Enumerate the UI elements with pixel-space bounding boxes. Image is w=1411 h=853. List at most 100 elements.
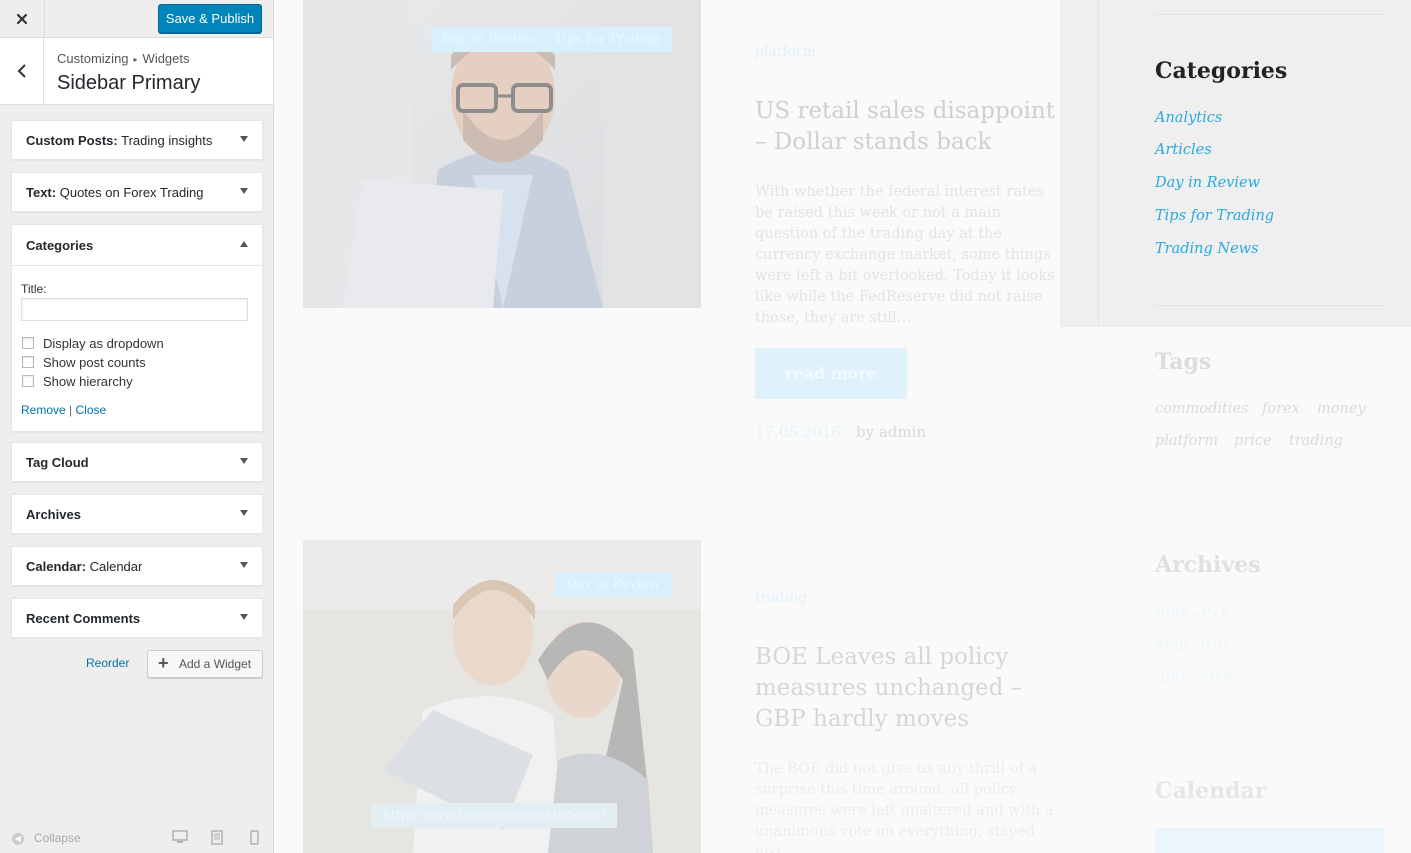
category-link[interactable]: Trading News xyxy=(1155,241,1259,257)
tag-pill[interactable]: Day in Review xyxy=(555,572,672,597)
back-button[interactable] xyxy=(0,38,44,104)
widget-type: Calendar: xyxy=(26,559,86,574)
expand-arrow-icon[interactable] xyxy=(240,614,248,620)
desktop-icon[interactable] xyxy=(172,830,188,844)
panel-title: Sidebar Primary xyxy=(57,72,201,94)
tag-link[interactable]: platform xyxy=(1155,433,1218,449)
widget-title: Calendar: Calendar xyxy=(26,559,142,574)
post-1-excerpt: With whether the federal interest rates … xyxy=(755,184,1055,326)
category-link[interactable]: Day in Review xyxy=(1155,175,1260,191)
read-more-button[interactable]: read more xyxy=(755,348,907,399)
customizer-footer: ◀ Collapse xyxy=(0,824,273,853)
site-preview: Day in Review Tips for Trading platform … xyxy=(274,0,1411,853)
checkbox-label: Display as dropdown xyxy=(43,336,164,351)
close-link[interactable]: Close xyxy=(76,403,107,417)
post-2-category[interactable]: trading xyxy=(755,590,807,606)
collapse-label: Collapse xyxy=(34,831,81,845)
widget-actions: Remove | Close xyxy=(21,403,106,417)
title-input[interactable] xyxy=(21,298,248,321)
archive-link[interactable]: April 2016 xyxy=(1155,669,1232,685)
widget-recent-comments[interactable]: Recent Comments xyxy=(11,598,263,638)
show-post-counts-checkbox[interactable] xyxy=(22,356,34,368)
reorder-link[interactable]: Reorder xyxy=(86,656,129,670)
tag-link[interactable]: trading xyxy=(1289,433,1343,449)
category-link[interactable]: Tips for Trading xyxy=(1155,208,1274,224)
collapse-button[interactable]: ◀ Collapse xyxy=(12,831,81,845)
collapse-arrow-icon[interactable] xyxy=(240,241,248,247)
post-1-title[interactable]: US retail sales disappoint – Dollar stan… xyxy=(755,96,1055,158)
categories-heading: Categories xyxy=(1155,58,1288,84)
expand-arrow-icon[interactable] xyxy=(240,136,248,142)
add-widget-button[interactable]: + Add a Widget xyxy=(147,650,263,678)
archives-heading: Archives xyxy=(1155,552,1261,578)
tag-link[interactable]: money xyxy=(1317,401,1366,417)
tag-pill[interactable]: Tips for Trading xyxy=(543,27,672,52)
close-icon xyxy=(16,13,28,24)
post-2-excerpt: The BOE did not give us any thrill of a … xyxy=(755,761,1054,853)
chevron-left-icon xyxy=(17,64,26,78)
widget-categories-header[interactable]: Categories xyxy=(12,225,262,266)
expand-arrow-icon[interactable] xyxy=(240,510,248,516)
breadcrumb-separator-icon: ▸ xyxy=(133,55,138,64)
breadcrumb-root: Customizing xyxy=(57,51,129,66)
checkbox-label: Show hierarchy xyxy=(43,374,133,389)
widget-subtitle: Calendar xyxy=(85,559,143,574)
customizer-topbar: Save & Publish xyxy=(0,0,273,38)
show-hierarchy-checkbox[interactable] xyxy=(22,375,34,387)
sidebar-highlight xyxy=(1060,0,1411,327)
checkbox-label: Show post counts xyxy=(43,355,146,370)
title-label: Title: xyxy=(21,282,47,296)
post-2-title[interactable]: BOE Leaves all policy measures unchanged… xyxy=(755,642,1055,735)
widget-subtitle: Trading insights xyxy=(117,133,213,148)
archive-link[interactable]: June 2016 xyxy=(1155,604,1230,620)
widget-title: Tag Cloud xyxy=(26,455,89,470)
post-1-date[interactable]: 17.05.2016 xyxy=(755,423,841,441)
archive-link[interactable]: May 2016 xyxy=(1155,637,1228,653)
watermark-url: http://www.templatemonster.com/ xyxy=(371,803,617,828)
widget-title: Custom Posts: Trading insights xyxy=(26,133,212,148)
widget-tag-cloud[interactable]: Tag Cloud xyxy=(11,442,263,482)
tag-link[interactable]: forex xyxy=(1262,401,1300,417)
collapse-arrow-icon: ◀ xyxy=(12,832,24,845)
category-link[interactable]: Analytics xyxy=(1155,110,1222,126)
customizer-panel: Save & Publish Customizing ▸ Widgets Sideb… xyxy=(0,0,274,853)
widget-type: Text: xyxy=(26,185,57,200)
widget-title: Archives xyxy=(26,507,81,522)
divider xyxy=(1155,14,1384,15)
remove-link[interactable]: Remove xyxy=(21,403,66,417)
expand-arrow-icon[interactable] xyxy=(240,188,248,194)
tag-pill[interactable]: Day in Review xyxy=(431,27,548,52)
widget-archives[interactable]: Archives xyxy=(11,494,263,534)
category-link[interactable]: Articles xyxy=(1155,142,1212,158)
tag-link[interactable]: commodities xyxy=(1155,401,1249,417)
plus-icon: + xyxy=(158,653,169,673)
widget-type: Custom Posts: xyxy=(26,133,118,148)
breadcrumb: Customizing ▸ Widgets xyxy=(57,51,190,66)
mobile-icon[interactable] xyxy=(250,830,259,845)
tag-link[interactable]: price xyxy=(1234,433,1272,449)
expand-arrow-icon[interactable] xyxy=(240,458,248,464)
close-customizer-button[interactable] xyxy=(0,0,45,37)
widget-custom-posts[interactable]: Custom Posts: Trading insights xyxy=(11,120,263,160)
tablet-icon[interactable] xyxy=(211,830,223,845)
divider xyxy=(1098,0,1099,327)
widget-categories: Categories Title: Display as dropdown Sh… xyxy=(11,224,263,432)
widget-text[interactable]: Text: Quotes on Forex Trading xyxy=(11,172,263,212)
breadcrumb-leaf: Widgets xyxy=(142,51,190,66)
widget-calendar[interactable]: Calendar: Calendar xyxy=(11,546,263,586)
post-1-image[interactable]: Day in Review Tips for Trading xyxy=(303,0,701,308)
post-1-author[interactable]: by admin xyxy=(856,423,926,441)
display-dropdown-checkbox[interactable] xyxy=(22,337,34,349)
save-publish-button[interactable]: Save & Publish xyxy=(158,4,262,33)
link-separator: | xyxy=(69,403,73,417)
add-widget-label: Add a Widget xyxy=(179,657,252,671)
widget-title: Text: Quotes on Forex Trading xyxy=(26,185,204,200)
post-2-image[interactable]: Day in Review http://www.templatemonster… xyxy=(303,540,701,853)
calendar-header-bar xyxy=(1155,828,1384,853)
widget-title: Recent Comments xyxy=(26,611,141,626)
expand-arrow-icon[interactable] xyxy=(240,562,248,568)
section-header: Customizing ▸ Widgets Sidebar Primary xyxy=(0,38,273,105)
divider xyxy=(1155,305,1384,306)
post-1-category[interactable]: platform xyxy=(755,44,816,60)
widget-title: Categories xyxy=(26,238,94,253)
